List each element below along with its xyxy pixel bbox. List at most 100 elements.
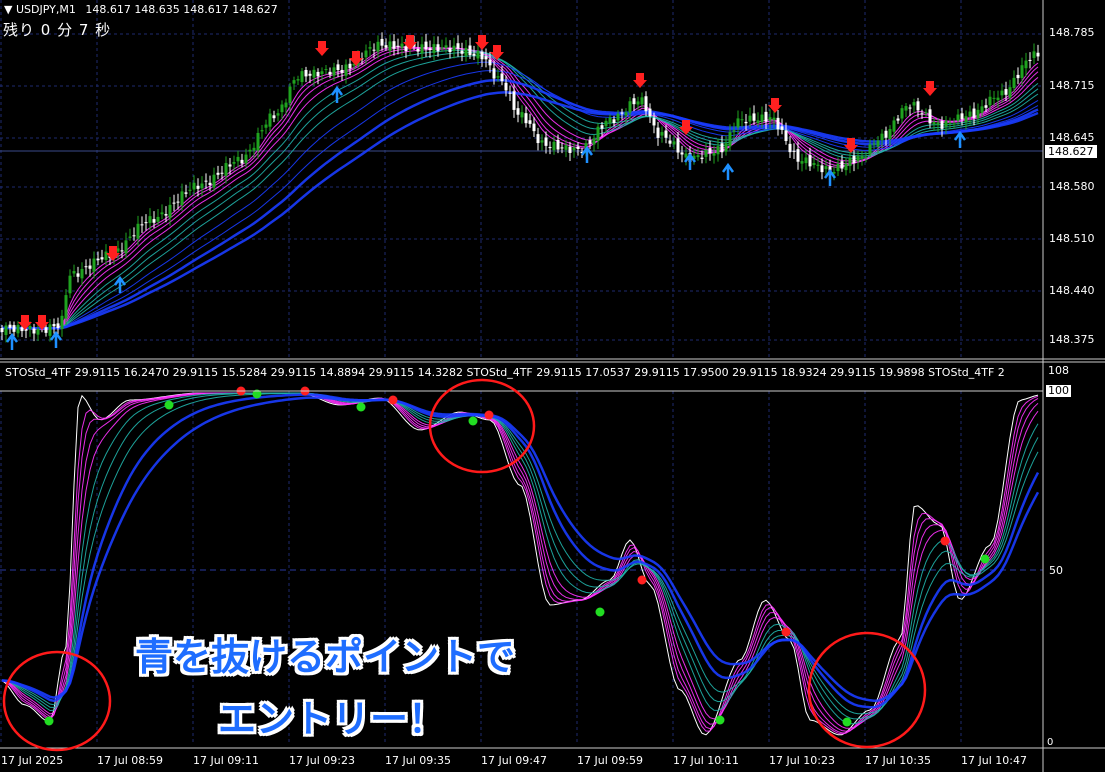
candle-body [72, 271, 76, 274]
candle-body [420, 44, 424, 54]
candle-body [96, 258, 100, 261]
green-dot [980, 554, 990, 564]
candle-body [84, 266, 88, 268]
candle-body [992, 97, 996, 99]
candle-body [180, 191, 184, 206]
candle-body [468, 45, 472, 56]
candle-body [532, 123, 536, 132]
candle-body [204, 180, 208, 182]
candle-body [856, 156, 860, 162]
candle-body [748, 115, 752, 122]
candle-body [744, 121, 748, 124]
candle-body [260, 130, 264, 132]
candle-body [672, 141, 676, 145]
time-label: 17 Jul 09:35 [385, 754, 451, 767]
candle-body [200, 183, 204, 189]
candle-body [932, 121, 936, 125]
candle-body [432, 44, 436, 53]
candle-body [496, 76, 500, 78]
candle-body [248, 149, 252, 152]
candle-body [392, 41, 396, 49]
candle-body [364, 50, 368, 58]
candle-body [572, 147, 576, 151]
candle-body [768, 117, 772, 121]
candle-body [384, 45, 388, 48]
candle-body [668, 140, 672, 144]
candle-body [8, 324, 12, 328]
candle-body [124, 240, 128, 254]
candle-body [1012, 77, 1016, 89]
candle-body [196, 185, 200, 189]
candle-body [984, 105, 988, 108]
candle-body [752, 113, 756, 121]
candle-body [756, 120, 760, 124]
candle-body [492, 68, 496, 79]
candle-body [544, 137, 548, 146]
candle-body [36, 328, 40, 335]
candle-body [520, 112, 524, 118]
candle-body [212, 174, 216, 188]
chevron-down-icon[interactable]: ▼ [4, 3, 12, 16]
candle-body [952, 123, 956, 125]
candle-body [452, 45, 456, 51]
candle-body [172, 202, 176, 204]
candle-body [236, 156, 240, 162]
candle-body [976, 109, 980, 119]
candle-body [132, 235, 136, 237]
price-tick: 148.510 [1049, 232, 1095, 245]
candle-body [0, 328, 4, 333]
ohlc-values: 148.617 148.635 148.617 148.627 [85, 3, 278, 16]
candle-body [264, 124, 268, 128]
candle-body [484, 56, 488, 60]
candle-body [308, 73, 312, 76]
candle-body [848, 157, 852, 167]
candle-body [320, 71, 324, 74]
candle-body [940, 121, 944, 129]
candle-body [784, 130, 788, 142]
indicator-50-label: 50 [1049, 564, 1063, 577]
candle-body [224, 163, 228, 176]
time-label: 17 Jul 10:35 [865, 754, 931, 767]
candle-body [280, 104, 284, 113]
symbol-header[interactable]: ▼ USDJPY,M1 148.617 148.635 148.617 148.… [4, 3, 278, 16]
candle-body [164, 214, 168, 216]
candle-body [656, 127, 660, 138]
time-label: 17 Jul 10:47 [961, 754, 1027, 767]
candle-body [972, 108, 976, 118]
time-label: 17 Jul 09:59 [577, 754, 643, 767]
candle-body [1016, 74, 1020, 79]
candle-body [48, 324, 52, 336]
green-dot [356, 402, 366, 412]
candle-body [128, 236, 132, 238]
candle-body [780, 126, 784, 130]
annotation-line-2: エントリー！ [218, 697, 447, 741]
candle-body [980, 106, 984, 113]
green-dot [842, 717, 852, 727]
candle-body [944, 120, 948, 127]
candle-body [696, 155, 700, 158]
red-dot [484, 410, 494, 420]
candle-body [300, 71, 304, 83]
candle-body [588, 140, 592, 144]
candle-body [216, 172, 220, 175]
candle-body [120, 250, 124, 252]
candle-body [476, 51, 480, 59]
candle-body [764, 111, 768, 122]
candle-body [908, 107, 912, 109]
candle-body [620, 112, 624, 114]
candle-body [148, 216, 152, 223]
candle-body [500, 73, 504, 82]
candle-body [528, 120, 532, 124]
candle-body [44, 327, 48, 333]
candle-body [916, 101, 920, 111]
candle-body [512, 91, 516, 110]
candle-body [372, 49, 376, 51]
indicator-header: STOStd_4TF 29.9115 16.2470 29.9115 15.52… [5, 366, 1005, 379]
candle-body [888, 129, 892, 139]
price-tick: 148.715 [1049, 79, 1095, 92]
candle-body [68, 275, 72, 294]
candle-body [136, 223, 140, 239]
price-tick: 148.785 [1049, 26, 1095, 39]
candle-body [140, 224, 144, 226]
candle-body [60, 315, 64, 330]
